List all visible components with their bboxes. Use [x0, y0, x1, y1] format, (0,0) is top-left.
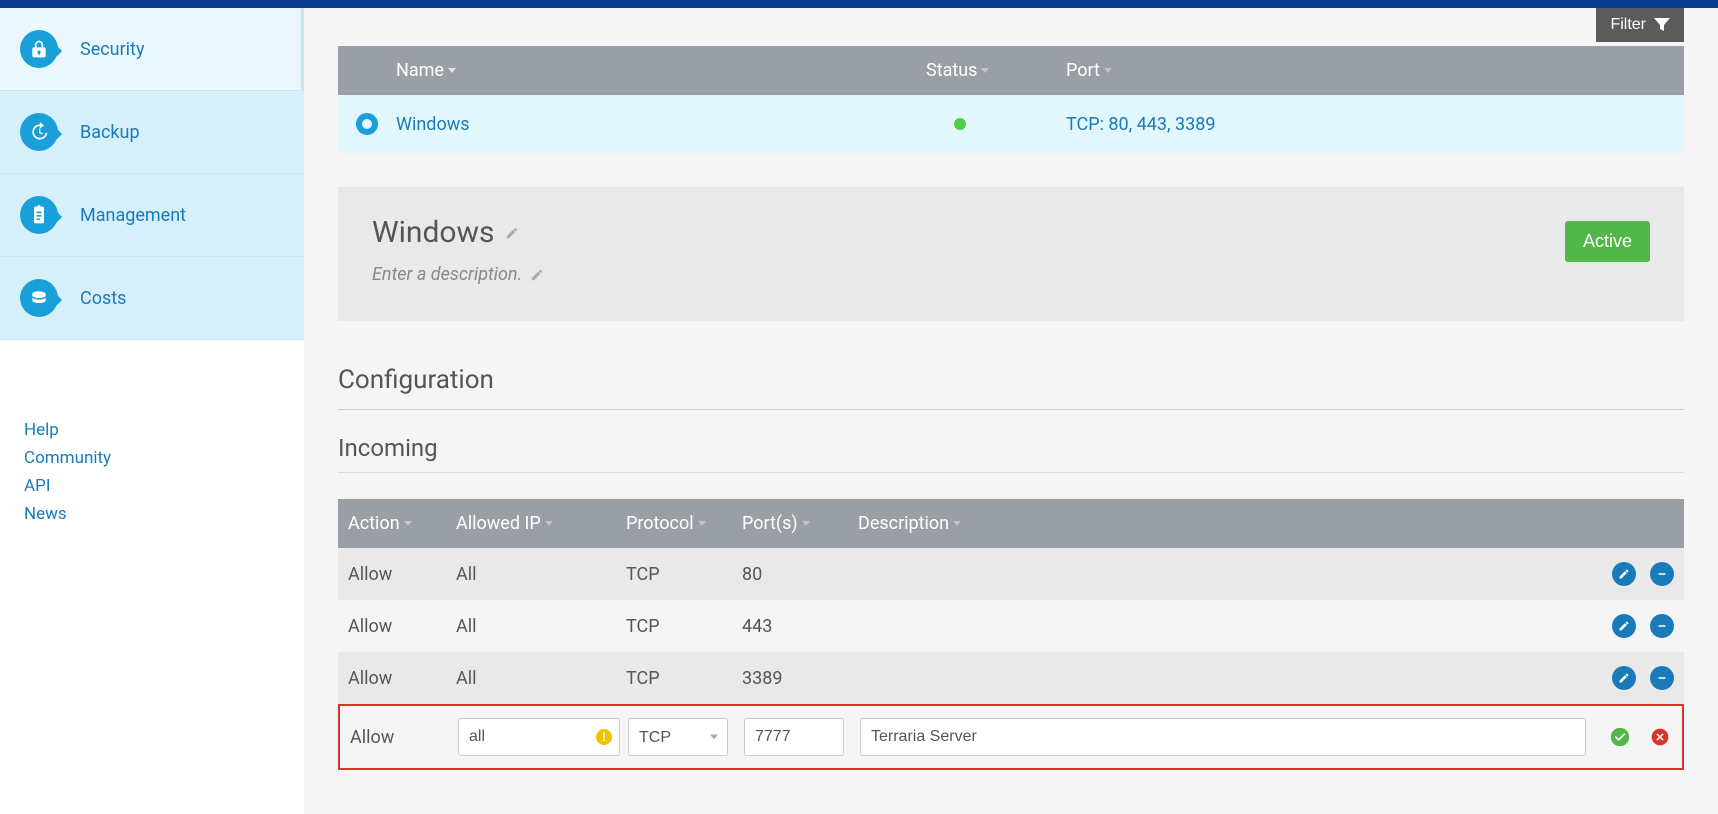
sidebar: Security Backup Management — [0, 8, 304, 814]
protocol-select[interactable]: TCP — [628, 718, 728, 756]
warning-icon: ! — [596, 729, 612, 745]
description-placeholder[interactable]: Enter a description. — [372, 264, 544, 285]
policy-table-header: Name Status Port — [338, 46, 1684, 95]
remove-rule-button[interactable] — [1650, 614, 1674, 638]
rule-action: Allow — [348, 564, 456, 585]
edit-rule-button[interactable] — [1612, 562, 1636, 586]
rule-proto: TCP — [626, 668, 742, 689]
rule-row: Allow All TCP 3389 — [338, 652, 1684, 704]
sort-caret-icon — [698, 521, 706, 526]
clock-icon — [20, 113, 58, 151]
rule-proto: TCP — [626, 616, 742, 637]
sidebar-item-backup[interactable]: Backup — [0, 91, 304, 174]
col-header-port[interactable]: Port — [1066, 60, 1666, 81]
detail-panel: Windows Enter a description. Active — [338, 187, 1684, 321]
policy-row[interactable]: Windows TCP: 80, 443, 3389 — [338, 95, 1684, 153]
edit-title-icon[interactable] — [505, 226, 519, 240]
top-bar — [0, 0, 1718, 8]
rule-ip: All — [456, 616, 626, 637]
edit-description-icon[interactable] — [530, 268, 544, 282]
col-header-action[interactable]: Action — [348, 513, 456, 534]
rule-ports: 3389 — [742, 668, 858, 689]
col-header-description[interactable]: Description — [858, 513, 1594, 534]
sidebar-item-label: Security — [80, 39, 144, 60]
new-rule-row: Allow ! TCP — [338, 704, 1684, 770]
new-rule-action: Allow — [350, 727, 458, 748]
configuration-title: Configuration — [338, 365, 1684, 410]
filter-icon — [1654, 18, 1670, 32]
sidebar-item-label: Costs — [80, 288, 126, 309]
description-input[interactable] — [860, 718, 1586, 756]
minus-icon — [1656, 620, 1668, 632]
status-active-button[interactable]: Active — [1565, 221, 1650, 262]
primary-nav: Security Backup Management — [0, 8, 304, 340]
col-header-status[interactable]: Status — [926, 60, 1066, 81]
status-dot-online — [954, 118, 966, 130]
configuration-section: Configuration Incoming Action Allowed IP… — [338, 365, 1684, 770]
nav-link-api[interactable]: API — [24, 476, 280, 496]
detail-title: Windows — [372, 215, 544, 250]
edit-rule-button[interactable] — [1612, 666, 1636, 690]
rule-ip: All — [456, 564, 626, 585]
sort-caret-icon — [1104, 68, 1112, 73]
nav-link-community[interactable]: Community — [24, 448, 280, 468]
policy-ports: TCP: 80, 443, 3389 — [1066, 114, 1666, 135]
incoming-title: Incoming — [338, 434, 1684, 473]
col-header-allowed-ip[interactable]: Allowed IP — [456, 513, 626, 534]
rule-ports: 443 — [742, 616, 858, 637]
sort-caret-icon — [404, 521, 412, 526]
filter-button[interactable]: Filter — [1596, 8, 1684, 42]
x-circle-icon — [1650, 727, 1670, 747]
sort-caret-icon — [448, 68, 456, 73]
radio-selected-icon[interactable] — [356, 113, 378, 135]
rule-ports: 80 — [742, 564, 858, 585]
pencil-icon — [1618, 568, 1630, 580]
secondary-nav: Help Community API News — [0, 340, 304, 524]
coins-icon — [20, 279, 58, 317]
remove-rule-button[interactable] — [1650, 666, 1674, 690]
rule-row: Allow All TCP 443 — [338, 600, 1684, 652]
clipboard-icon — [20, 196, 58, 234]
rule-ip: All — [456, 668, 626, 689]
col-header-protocol[interactable]: Protocol — [626, 513, 742, 534]
policy-name-link[interactable]: Windows — [396, 114, 926, 135]
confirm-rule-button[interactable] — [1608, 725, 1632, 749]
rule-action: Allow — [348, 616, 456, 637]
sort-caret-icon — [545, 521, 553, 526]
sidebar-item-security[interactable]: Security — [0, 8, 304, 91]
rule-action: Allow — [348, 668, 456, 689]
filter-label: Filter — [1610, 16, 1646, 34]
sort-caret-icon — [981, 68, 989, 73]
minus-icon — [1656, 672, 1668, 684]
edit-rule-button[interactable] — [1612, 614, 1636, 638]
cancel-rule-button[interactable] — [1648, 725, 1672, 749]
pencil-icon — [1618, 672, 1630, 684]
nav-link-help[interactable]: Help — [24, 420, 280, 440]
sort-caret-icon — [802, 521, 810, 526]
sidebar-item-management[interactable]: Management — [0, 174, 304, 257]
nav-link-news[interactable]: News — [24, 504, 280, 524]
pencil-icon — [1618, 620, 1630, 632]
rules-header: Action Allowed IP Protocol Port(s) Descr… — [338, 499, 1684, 548]
rule-row: Allow All TCP 80 — [338, 548, 1684, 600]
sort-caret-icon — [953, 521, 961, 526]
rule-proto: TCP — [626, 564, 742, 585]
lock-icon — [20, 30, 58, 68]
sidebar-item-label: Backup — [80, 122, 140, 143]
check-circle-icon — [1609, 726, 1631, 748]
col-header-ports[interactable]: Port(s) — [742, 513, 858, 534]
sidebar-item-costs[interactable]: Costs — [0, 257, 304, 340]
minus-icon — [1656, 568, 1668, 580]
ports-input[interactable] — [744, 718, 844, 756]
rules-table: Action Allowed IP Protocol Port(s) Descr… — [338, 499, 1684, 770]
col-header-name[interactable]: Name — [396, 60, 926, 81]
main-content: Filter Name Status Port Windows TCP: 80,… — [304, 8, 1718, 814]
remove-rule-button[interactable] — [1650, 562, 1674, 586]
sidebar-item-label: Management — [80, 205, 186, 226]
